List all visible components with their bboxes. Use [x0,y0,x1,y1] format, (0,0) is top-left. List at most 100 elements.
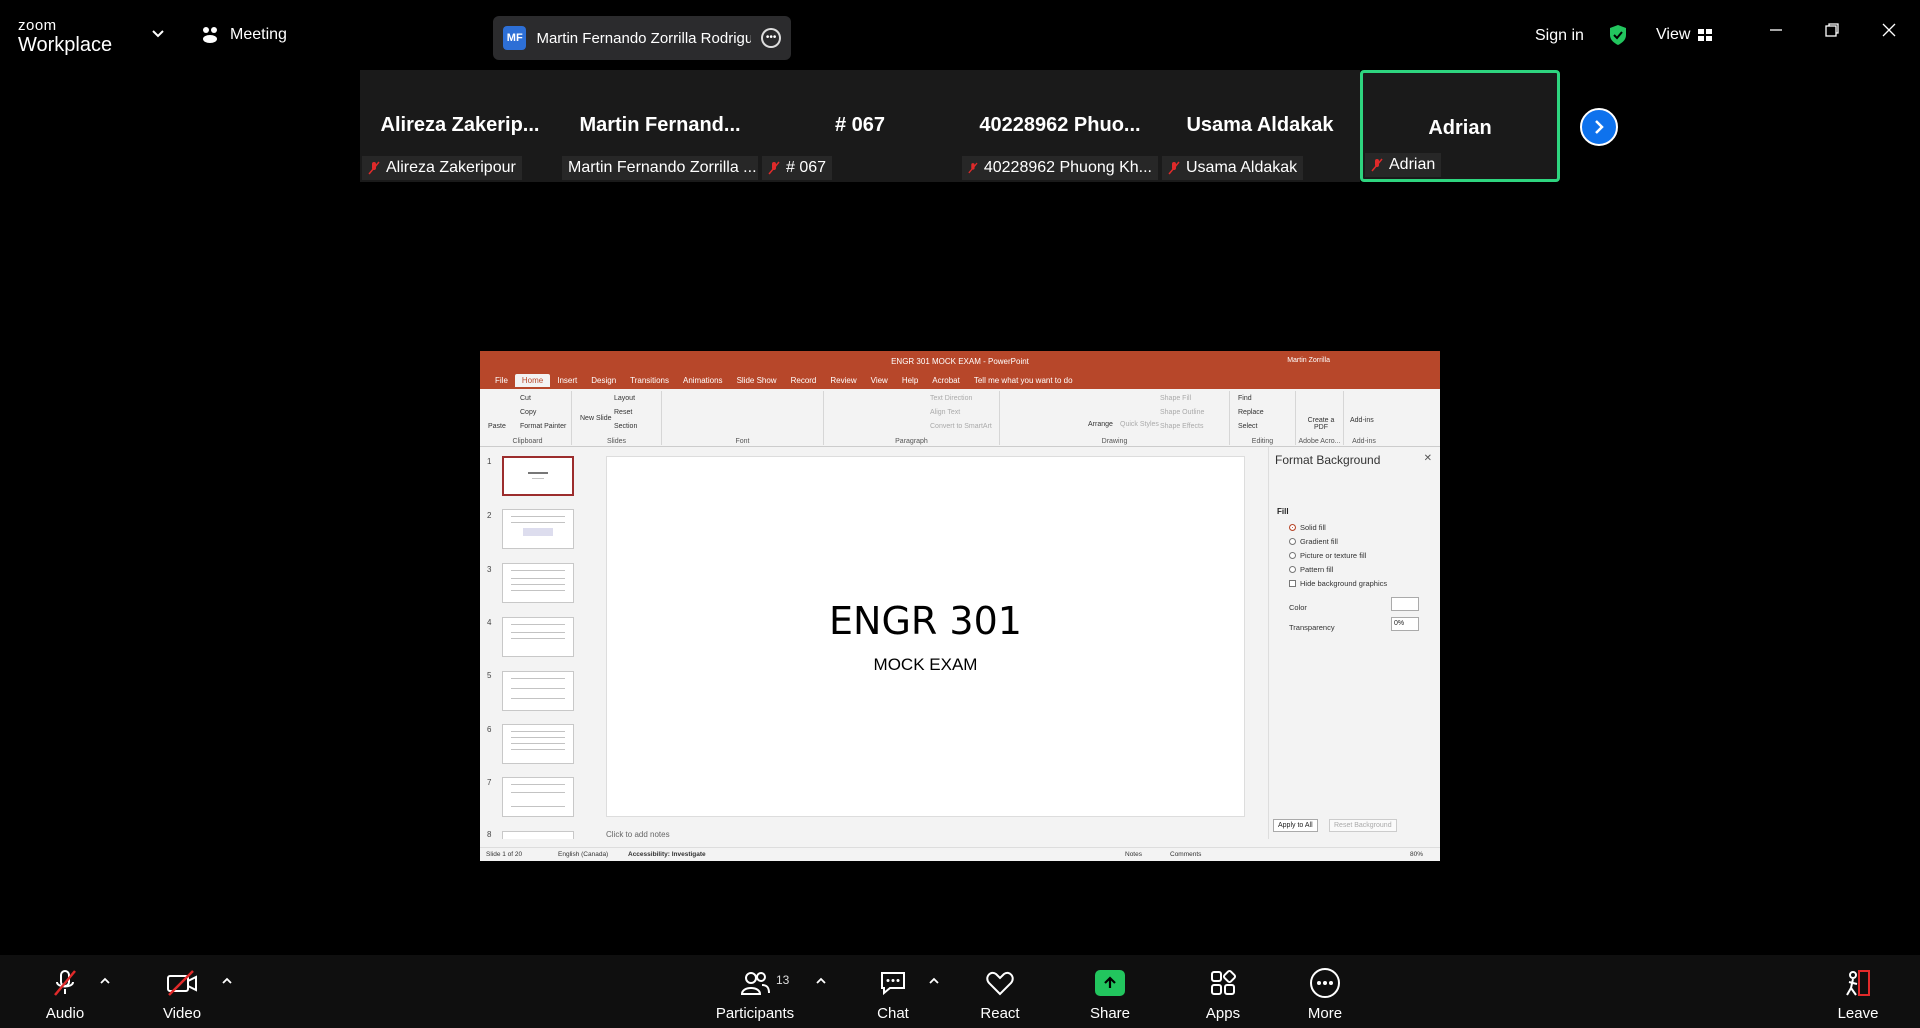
paste-button[interactable]: Paste [488,423,506,430]
video-options-caret-icon[interactable] [222,977,232,985]
reset-background-button[interactable]: Reset Background [1329,819,1397,832]
drawing-group: Arrange Quick Styles Shape Fill Shape Ou… [1000,391,1230,445]
restore-icon[interactable] [1824,22,1840,38]
text-direction-button[interactable]: Text Direction [930,395,972,402]
next-page-button[interactable] [1580,108,1618,146]
select-button[interactable]: Select [1238,423,1257,430]
tab-transitions[interactable]: Transitions [623,374,676,387]
tab-slide-show[interactable]: Slide Show [730,374,784,387]
transparency-input[interactable]: 0% [1391,617,1419,631]
tab-file[interactable]: File [488,374,515,387]
solid-fill-option[interactable]: Solid fill [1289,523,1326,532]
video-tile[interactable]: Usama Aldakak Usama Aldakak [1160,70,1360,182]
slide-thumbnail-selected[interactable] [502,456,574,496]
notes-field[interactable]: Click to add notes [606,830,670,839]
close-pane-icon[interactable]: ✕ [1424,453,1432,464]
chat-caret-icon[interactable] [929,977,939,985]
comments-toggle[interactable]: Comments [1170,851,1201,858]
tab-home[interactable]: Home [514,373,551,387]
slide-subtitle[interactable]: MOCK EXAM [607,655,1244,675]
meeting-info-button[interactable]: Meeting [200,26,287,44]
tab-insert[interactable]: Insert [550,374,584,387]
tile-label-text: 40228962 Phuong Kh... [983,159,1152,176]
encryption-shield-icon[interactable] [1608,24,1628,46]
pattern-fill-option[interactable]: Pattern fill [1289,565,1333,574]
sign-in-link[interactable]: Sign in [1535,27,1584,45]
slide-thumbnail[interactable] [502,563,574,603]
react-button[interactable]: React [955,967,1045,1022]
tab-view[interactable]: View [864,374,895,387]
more-label: More [1307,1005,1343,1022]
chat-button[interactable]: Chat [848,967,938,1022]
addins-button[interactable]: Add-ins [1350,417,1374,424]
slide-thumbnail[interactable] [502,671,574,711]
audio-options-caret-icon[interactable] [100,977,110,985]
arrange-button[interactable]: Arrange [1088,421,1113,428]
shape-fill-button[interactable]: Shape Fill [1160,395,1191,402]
tab-acrobat[interactable]: Acrobat [925,374,967,387]
fill-section-header[interactable]: Fill [1277,507,1289,516]
slide-thumbnail[interactable] [502,831,574,839]
shape-outline-button[interactable]: Shape Outline [1160,409,1204,416]
participants-caret-icon[interactable] [816,977,826,985]
color-picker-button[interactable] [1391,597,1419,611]
video-tile[interactable]: Martin Fernand... Martin Fernando Zorril… [560,70,760,182]
more-button[interactable]: More [1280,967,1370,1022]
slide-title[interactable]: ENGR 301 [607,599,1244,643]
slide-canvas[interactable]: ENGR 301 MOCK EXAM [606,456,1245,817]
language-status[interactable]: English (Canada) [558,851,608,858]
shape-effects-button[interactable]: Shape Effects [1160,423,1203,430]
active-speaker-pill[interactable]: MF Martin Fernando Zorrilla Rodrigu ••• [493,16,791,60]
tab-review[interactable]: Review [823,374,863,387]
slide-thumbnail[interactable] [502,509,574,549]
video-tile[interactable]: 40228962 Phuo... 40228962 Phuong Kh... [960,70,1160,182]
radio [1289,552,1296,559]
view-menu-button[interactable]: View [1656,26,1713,44]
slide-thumbnail[interactable] [502,724,574,764]
slide-thumbnail[interactable] [502,777,574,817]
new-slide-button[interactable]: New Slide [580,415,612,422]
slide-thumbnail[interactable] [502,617,574,657]
layout-button[interactable]: Layout [614,395,635,402]
speaker-name: Martin Fernando Zorrilla Rodrigu [536,29,752,47]
tab-help[interactable]: Help [895,374,925,387]
leave-button[interactable]: Leave [1813,967,1903,1022]
video-tile[interactable]: # 067 # 067 [760,70,960,182]
close-icon[interactable] [1881,22,1897,38]
reset-button[interactable]: Reset [614,409,632,416]
tell-me-search[interactable]: Tell me what you want to do [967,374,1080,387]
audio-button[interactable]: Audio [20,967,110,1022]
video-tile[interactable]: Alireza Zakerip... Alireza Zakeripour [360,70,560,182]
zoom-level[interactable]: 80% [1410,851,1423,858]
apps-icon [1211,969,1237,995]
video-button[interactable]: Video [137,967,227,1022]
copy-button[interactable]: Copy [520,409,536,416]
minimize-icon[interactable] [1768,22,1784,38]
apps-button[interactable]: Apps [1178,967,1268,1022]
video-tile-active-speaker[interactable]: Adrian Adrian [1360,70,1560,182]
chevron-down-icon[interactable] [152,30,164,38]
cut-button[interactable]: Cut [520,395,531,402]
quick-styles-button[interactable]: Quick Styles [1120,421,1159,428]
convert-smartart-button[interactable]: Convert to SmartArt [930,423,992,430]
radio [1289,566,1296,573]
hide-graphics-checkbox[interactable]: Hide background graphics [1289,579,1387,588]
notes-toggle[interactable]: Notes [1125,851,1142,858]
option-label: Hide background graphics [1300,579,1388,588]
section-button[interactable]: Section [614,423,637,430]
format-painter-button[interactable]: Format Painter [520,423,566,430]
tab-animations[interactable]: Animations [676,374,730,387]
tab-design[interactable]: Design [584,374,623,387]
find-button[interactable]: Find [1238,395,1252,402]
tab-record[interactable]: Record [784,374,824,387]
create-pdf-button[interactable]: Create a PDF [1302,417,1340,431]
align-text-button[interactable]: Align Text [930,409,960,416]
apply-to-all-button[interactable]: Apply to All [1273,819,1318,832]
share-button[interactable]: Share [1065,967,1155,1022]
accessibility-status[interactable]: Accessibility: Investigate [628,851,706,858]
more-options-icon[interactable]: ••• [761,28,781,48]
replace-button[interactable]: Replace [1238,409,1264,416]
picture-fill-option[interactable]: Picture or texture fill [1289,551,1366,560]
gradient-fill-option[interactable]: Gradient fill [1289,537,1338,546]
participant-gallery: Alireza Zakerip... Alireza Zakeripour Ma… [360,70,1560,182]
